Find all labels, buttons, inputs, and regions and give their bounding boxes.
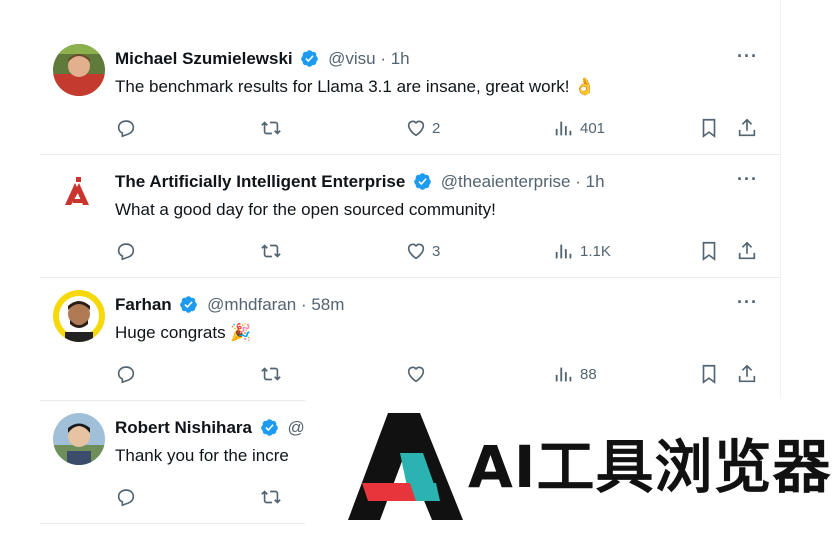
verified-badge-icon xyxy=(301,50,319,67)
repost-button[interactable] xyxy=(260,485,282,509)
verified-badge-icon xyxy=(180,296,198,313)
display-name[interactable]: The Artificially Intelligent Enterprise xyxy=(115,172,405,191)
avatar[interactable] xyxy=(53,167,105,219)
views-button[interactable]: 1.1K xyxy=(553,239,611,263)
tweet-actions: 3 1.1K xyxy=(115,239,765,263)
reply-tweet[interactable]: Farhan @mhdfaran · 58m ··· Huge congrats… xyxy=(40,278,780,401)
tweet-text: The benchmark results for Llama 3.1 are … xyxy=(115,77,596,96)
handle[interactable]: @ xyxy=(287,418,304,437)
avatar[interactable] xyxy=(53,290,105,342)
share-button[interactable] xyxy=(736,362,758,386)
tweet-header: Farhan @mhdfaran · 58m xyxy=(115,294,344,316)
bookmark-icon xyxy=(702,241,716,261)
heart-icon xyxy=(407,366,425,383)
like-button[interactable]: 2 xyxy=(405,116,440,140)
reply-button[interactable] xyxy=(115,362,137,386)
tweet-header: Michael Szumielewski @visu · 1h xyxy=(115,48,410,70)
bookmark-button[interactable] xyxy=(698,116,720,140)
reply-icon xyxy=(117,243,135,261)
like-button[interactable]: 3 xyxy=(405,239,440,263)
reply-tweet[interactable]: Robert Nishihara @ Thank you for the inc… xyxy=(40,401,305,524)
views-count: 401 xyxy=(580,119,606,137)
tweet-text: Thank you for the incre xyxy=(115,446,289,465)
column-divider xyxy=(780,0,781,400)
verified-badge-icon xyxy=(260,419,278,436)
views-chart-icon xyxy=(555,244,572,259)
share-icon xyxy=(738,364,756,383)
tweet-text: What a good day for the open sourced com… xyxy=(115,200,496,219)
avatar[interactable] xyxy=(53,44,105,96)
share-icon xyxy=(738,241,756,260)
views-count: 1.1K xyxy=(580,242,611,260)
share-button[interactable] xyxy=(736,239,758,263)
views-chart-icon xyxy=(555,367,572,382)
reply-tweet[interactable]: Michael Szumielewski @visu · 1h ··· The … xyxy=(40,32,780,155)
like-button[interactable] xyxy=(405,362,427,386)
reply-button[interactable] xyxy=(115,239,137,263)
bookmark-button[interactable] xyxy=(698,239,720,263)
reply-icon xyxy=(117,489,135,507)
reply-icon xyxy=(117,120,135,138)
views-chart-icon xyxy=(555,121,572,136)
reply-tweet[interactable]: The Artificially Intelligent Enterprise … xyxy=(40,155,780,278)
repost-icon xyxy=(261,121,281,135)
more-options-icon[interactable]: ··· xyxy=(737,46,758,67)
display-name[interactable]: Michael Szumielewski xyxy=(115,49,293,68)
share-button[interactable] xyxy=(736,116,758,140)
bookmark-button[interactable] xyxy=(698,362,720,386)
timestamp[interactable]: · 1h xyxy=(380,49,409,68)
display-name[interactable]: Farhan xyxy=(115,295,172,314)
verified-badge-icon xyxy=(414,173,431,190)
timestamp[interactable]: · 1h xyxy=(575,172,604,191)
views-button[interactable]: 88 xyxy=(553,362,597,386)
reply-icon xyxy=(117,366,135,384)
heart-icon xyxy=(407,120,425,137)
views-button[interactable]: 401 xyxy=(553,116,605,140)
tweet-header: Robert Nishihara @ xyxy=(115,417,305,439)
timestamp[interactable]: · 58m xyxy=(301,295,344,314)
tweet-header: The Artificially Intelligent Enterprise … xyxy=(115,171,605,193)
bookmark-icon xyxy=(702,364,716,384)
more-options-icon[interactable]: ··· xyxy=(737,292,758,313)
more-options-icon[interactable]: ··· xyxy=(737,169,758,190)
repost-icon xyxy=(261,244,281,258)
reply-button[interactable] xyxy=(115,116,137,140)
watermark-text: AI工具浏览器 xyxy=(468,433,832,501)
repost-button[interactable] xyxy=(260,362,282,386)
repost-icon xyxy=(261,490,281,504)
like-count: 2 xyxy=(432,119,441,137)
like-count: 3 xyxy=(432,242,441,260)
tweet-text: Huge congrats 🎉 xyxy=(115,323,252,342)
handle[interactable]: @visu xyxy=(328,49,376,68)
bookmark-icon xyxy=(702,118,716,138)
tweet-actions: 2 401 xyxy=(115,116,765,140)
repost-icon xyxy=(261,367,281,381)
display-name[interactable]: Robert Nishihara xyxy=(115,418,252,437)
ai-tools-logo-icon xyxy=(348,413,463,520)
reply-button[interactable] xyxy=(115,485,137,509)
repost-button[interactable] xyxy=(260,116,282,140)
views-count: 88 xyxy=(580,365,597,383)
share-icon xyxy=(738,118,756,137)
handle[interactable]: @mhdfaran xyxy=(207,295,296,314)
tweet-actions: 88 xyxy=(115,362,765,386)
watermark: AI工具浏览器 xyxy=(305,398,833,537)
handle[interactable]: @theaienterprise xyxy=(441,172,571,191)
heart-icon xyxy=(407,243,425,260)
repost-button[interactable] xyxy=(260,239,282,263)
avatar[interactable] xyxy=(53,413,105,465)
